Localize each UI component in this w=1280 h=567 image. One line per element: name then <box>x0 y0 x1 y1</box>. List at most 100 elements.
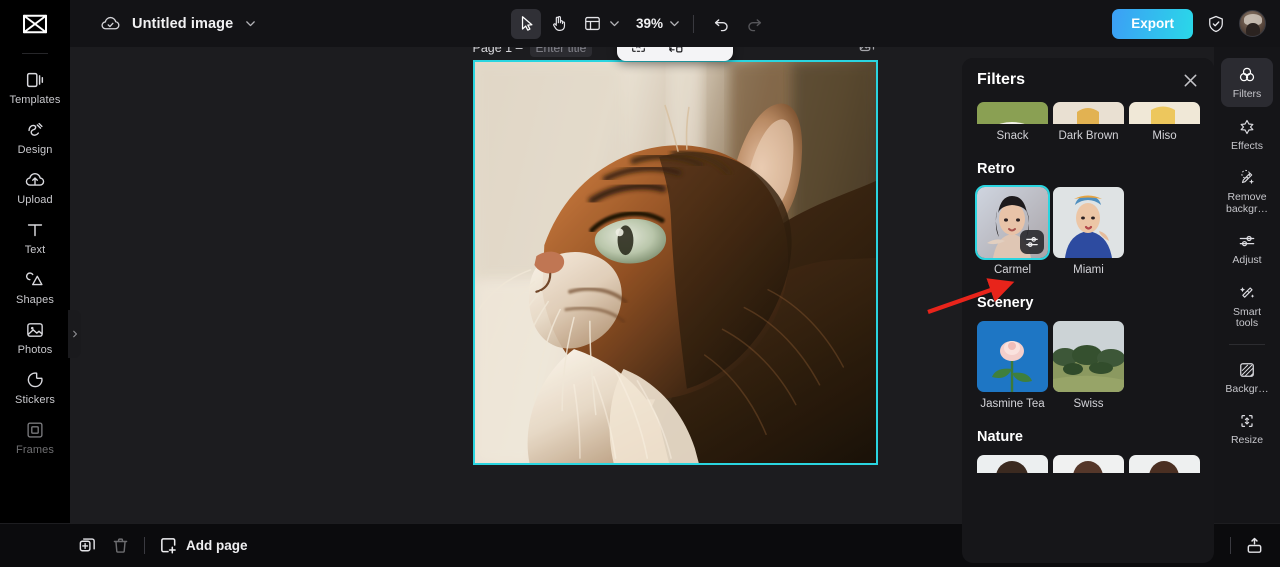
filter-item-miso[interactable]: Miso <box>1129 102 1200 142</box>
present-export-icon[interactable] <box>1245 536 1264 555</box>
sidebar-item-photos[interactable]: Photos <box>0 312 70 362</box>
sidebar-item-templates[interactable]: Templates <box>0 62 70 112</box>
stickers-icon <box>27 371 43 387</box>
sidebar-item-design[interactable]: Design <box>0 112 70 162</box>
filter-preview-miso <box>1129 102 1200 124</box>
filter-item-nature-3[interactable] <box>1129 455 1200 473</box>
filters-scroll-region[interactable]: Snack Dark Brown Miso Retro Carmel Miami… <box>962 102 1214 563</box>
right-tool-smart-tools[interactable]: Smart tools <box>1221 276 1273 336</box>
sidebar-item-upload[interactable]: Upload <box>0 162 70 212</box>
sidebar-item-frames[interactable]: Frames <box>0 412 70 462</box>
right-tool-label: Adjust <box>1232 254 1262 266</box>
right-tool-label: Resize <box>1230 434 1264 446</box>
right-tool-remove-background[interactable]: Remove backgr… <box>1221 161 1273 221</box>
right-toolbar-divider <box>1229 343 1265 345</box>
canvas-page[interactable] <box>472 60 878 465</box>
smart-tools-wand-icon <box>1240 286 1255 298</box>
toolbar-divider <box>693 14 695 33</box>
close-icon[interactable] <box>1182 72 1199 89</box>
filter-adjust-badge[interactable] <box>1020 230 1044 254</box>
filters-panel-header: Filters <box>962 58 1214 102</box>
right-tool-label: Effects <box>1231 139 1263 152</box>
filter-item-nature-2[interactable] <box>1053 455 1124 473</box>
filter-item-nature-1[interactable] <box>977 455 1048 473</box>
filter-row-clipped: Snack Dark Brown Miso <box>977 102 1200 142</box>
cursor-arrow-icon <box>521 16 533 31</box>
filters-panel: Filters Snack Dark Brown Miso Retro Carm… <box>962 58 1214 563</box>
bottom-divider <box>144 537 145 554</box>
undo-button[interactable] <box>706 9 736 39</box>
right-tool-adjust[interactable]: Adjust <box>1221 224 1273 273</box>
chevron-down-icon[interactable] <box>244 17 257 30</box>
text-icon <box>27 223 43 236</box>
layout-combo[interactable] <box>577 9 621 39</box>
shield-check-icon[interactable] <box>1206 14 1226 34</box>
background-icon <box>1240 362 1254 377</box>
filter-item-carmel[interactable]: Carmel <box>975 185 1050 276</box>
sidebar-item-label: Text <box>24 243 46 256</box>
sidebar-collapse-handle[interactable] <box>68 310 81 358</box>
adjust-sliders-icon <box>1026 237 1038 247</box>
filter-thumbnail <box>975 185 1050 260</box>
filter-thumbnail <box>1053 455 1124 473</box>
capcut-image-editor: Untitled image 39% Export Templates Desi… <box>0 0 1280 567</box>
select-tool[interactable] <box>510 8 541 39</box>
layout-tool[interactable] <box>577 9 607 39</box>
redo-button[interactable] <box>739 9 769 39</box>
filter-item-swiss[interactable]: Swiss <box>1053 321 1124 410</box>
right-tool-label: Smart tools <box>1232 305 1261 329</box>
top-right-actions: Export <box>1112 8 1280 39</box>
right-tool-background[interactable]: Backgr… <box>1221 353 1273 402</box>
filters-circles-icon <box>1239 67 1255 82</box>
sidebar-item-shapes[interactable]: Shapes <box>0 262 70 312</box>
page-wrapper: Page 1 – <box>472 29 878 465</box>
app-logo[interactable] <box>0 0 70 47</box>
chevron-down-icon[interactable] <box>608 17 621 30</box>
sidebar-item-text[interactable]: Text <box>0 212 70 262</box>
upload-cloud-icon <box>25 172 45 186</box>
add-page-button[interactable]: Add page <box>159 536 248 555</box>
trash-icon[interactable] <box>111 536 130 555</box>
filter-preview-dark-brown <box>1053 102 1124 124</box>
filter-thumbnail <box>1129 455 1200 473</box>
right-toolbar: Filters Effects Remove backgr… Adjust Sm… <box>1214 47 1280 523</box>
filter-label: Snack <box>996 130 1029 142</box>
hand-tool[interactable] <box>544 9 574 39</box>
filter-thumbnail <box>977 321 1048 392</box>
document-title-group[interactable]: Untitled image <box>100 13 257 34</box>
document-title: Untitled image <box>132 15 234 32</box>
right-tool-resize[interactable]: Resize <box>1221 404 1273 453</box>
duplicate-page-icon[interactable] <box>78 536 97 555</box>
remove-background-icon <box>1241 169 1254 184</box>
zoom-level: 39% <box>635 16 664 31</box>
undo-icon <box>714 19 728 32</box>
right-tool-label: Filters <box>1232 88 1262 100</box>
user-avatar[interactable] <box>1239 10 1266 37</box>
filter-item-dark-brown[interactable]: Dark Brown <box>1053 102 1124 142</box>
photos-icon <box>27 322 43 337</box>
chevron-down-icon[interactable] <box>668 17 681 30</box>
filter-thumbnail <box>1129 102 1200 124</box>
filter-row-scenery: Jasmine Tea Swiss <box>977 321 1199 410</box>
zoom-combo[interactable]: 39% <box>624 16 681 31</box>
chevron-right-icon <box>72 330 77 338</box>
filter-preview-nature-1 <box>977 455 1048 473</box>
filter-item-jasmine-tea[interactable]: Jasmine Tea <box>977 321 1048 410</box>
filter-thumbnail <box>1053 321 1124 392</box>
filter-preview-snack <box>977 102 1048 124</box>
filter-preview-swiss <box>1053 321 1124 392</box>
canvas-image <box>474 62 876 463</box>
canvas-tools: 39% <box>510 8 769 39</box>
filter-section-title-scenery: Scenery <box>977 295 1034 311</box>
sidebar-item-label: Design <box>17 143 53 156</box>
filter-item-snack[interactable]: Snack <box>977 102 1048 142</box>
sidebar-item-stickers[interactable]: Stickers <box>0 362 70 412</box>
filter-item-miami[interactable]: Miami <box>1053 187 1124 276</box>
filter-thumbnail <box>1053 102 1124 124</box>
filter-label: Dark Brown <box>1058 130 1119 142</box>
right-tool-effects[interactable]: Effects <box>1221 110 1273 159</box>
right-tool-filters[interactable]: Filters <box>1221 58 1273 107</box>
adjust-sliders-icon <box>1239 235 1255 247</box>
export-button[interactable]: Export <box>1112 8 1193 39</box>
shapes-icon <box>26 271 43 285</box>
